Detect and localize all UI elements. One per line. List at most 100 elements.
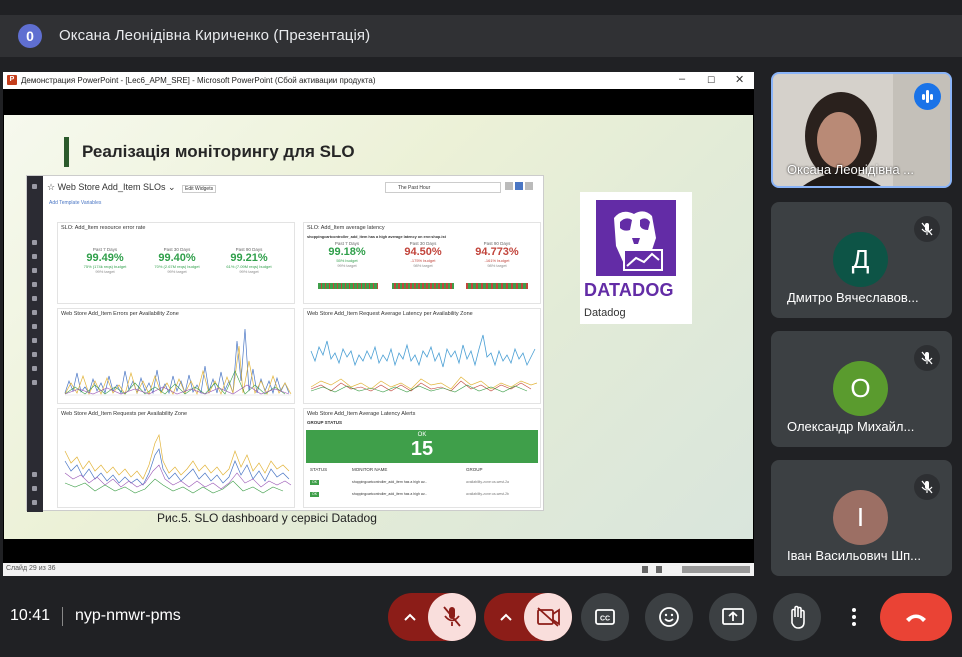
col-group: GROUP: [466, 467, 483, 472]
errors-bar-chart: [64, 328, 292, 396]
captions-button[interactable]: CC: [581, 593, 629, 641]
panel-title: Web Store Add_Item Average Latency Alert…: [307, 411, 416, 417]
video-options-button[interactable]: [484, 593, 528, 641]
meeting-time: 10:41: [10, 607, 51, 624]
panel-title: Web Store Add_Item Requests per Availabi…: [61, 411, 188, 417]
camera-off-icon: [537, 607, 560, 627]
ppt-window-title: Демонстрация PowerPoint - [Lec6_APM_SRE]…: [21, 76, 376, 85]
datadog-logo-box: DATADOG Datadog: [580, 192, 692, 324]
meet-window: 0 Оксана Леонідівна Кириченко (Презентац…: [0, 0, 962, 657]
uptime-bar: [318, 283, 378, 289]
avatar: І: [833, 490, 888, 545]
mic-off-icon: [914, 345, 940, 371]
raise-hand-button[interactable]: [773, 593, 821, 641]
time-range: The Past Hour: [385, 182, 501, 193]
uptime-bar: [466, 283, 528, 289]
chevron-up-icon: [404, 613, 416, 621]
alert-row: OK: [310, 480, 319, 485]
uptime-bar: [392, 283, 454, 289]
toolbar-icon: [515, 182, 523, 190]
close-icon[interactable]: ✕: [735, 73, 744, 86]
ppt-status-bar: Слайд 29 из 36: [3, 563, 754, 576]
latency-line-chart: [310, 334, 538, 393]
panel-title: Web Store Add_Item Errors per Availabili…: [61, 311, 179, 317]
alert-monitor: shoppingcartcontroller_add_item has a hi…: [352, 492, 428, 496]
slo-widget: Past 30 Days 94.50% -175% budget 98% target: [404, 241, 442, 268]
slide-counter: Слайд 29 из 36: [6, 565, 56, 572]
alert-group: availability-zone:us-west-2a: [466, 480, 509, 484]
participant-name: Олександр Михайл...: [787, 419, 915, 434]
avatar: О: [833, 361, 888, 416]
presentation-window: P Демонстрация PowerPoint - [Lec6_APM_SR…: [3, 72, 754, 576]
ok-status-block: OK 15: [306, 430, 538, 463]
datadog-wordmark: DATADOG: [584, 280, 674, 300]
datadog-dashboard-screenshot: ☆ Web Store Add_Item SLOs ⌄ Edit Widgets…: [26, 175, 544, 512]
monitor-subtitle: shoppingcartcontroller_add_item has a hi…: [307, 235, 446, 239]
participant-name: Оксана Леонідівна ...: [787, 162, 914, 177]
toolbar-icon: [525, 182, 533, 190]
panel-latency-alerts: Web Store Add_Item Average Latency Alert…: [303, 408, 541, 508]
mic-off-icon: [443, 606, 461, 627]
template-variables-link: Add Template Variables: [49, 200, 102, 206]
present-screen-icon: [722, 608, 744, 625]
dashboard-sidebar: [27, 176, 43, 512]
mic-toggle-button[interactable]: [428, 593, 476, 641]
slo-widget: Past 30 Days 99.40% 70% (2.67M reqs) budge…: [154, 247, 200, 274]
figure-caption: Рис.5. SLO dashboard у сервісі Datadog: [157, 511, 377, 525]
chevron-up-icon: [500, 613, 512, 621]
avatar: Д: [833, 232, 888, 287]
slide: Реалізація моніторингу для SLO ☆ Web Sto…: [4, 115, 753, 539]
panel-avg-latency: SLO: Add_Item average latency shoppingca…: [303, 222, 541, 304]
presenter-title: Оксана Леонідівна Кириченко (Презентація…: [59, 27, 371, 44]
audio-options-button[interactable]: [388, 593, 432, 641]
mic-off-icon: [914, 474, 940, 500]
panel-errors-per-zone: Web Store Add_Item Errors per Availabili…: [57, 308, 295, 404]
slo-widget: Past 7 Days 99.18% 55% budget 99% target: [328, 241, 366, 268]
participant-name: Іван Васильович Шп...: [787, 548, 921, 563]
toolbar-icon: [505, 182, 513, 190]
slo-widget: Past 90 Days 99.21% 61% (7.09M reqs) budge…: [226, 247, 272, 274]
slide-title: Реалізація моніторингу для SLO: [82, 142, 355, 161]
presenter-bar: 0 Оксана Леонідівна Кириченко (Презентац…: [0, 15, 962, 57]
powerpoint-icon: P: [7, 75, 17, 85]
panel-title: SLO: Add_Item average latency: [307, 225, 385, 231]
participant-tile-speaker[interactable]: Оксана Леонідівна ...: [771, 72, 952, 188]
title-accent-bar: [64, 137, 69, 167]
participant-tile[interactable]: І Іван Васильович Шп...: [771, 460, 952, 576]
datadog-logo-icon: [596, 200, 676, 276]
closed-captions-icon: CC: [595, 609, 615, 625]
emoji-icon: [659, 607, 679, 627]
meeting-code: nyp-nmwr-pms: [75, 607, 181, 624]
alert-monitor: shoppingcartcontroller_add_item has a hi…: [352, 480, 428, 484]
reactions-button[interactable]: [645, 593, 693, 641]
present-button[interactable]: [709, 593, 757, 641]
hang-up-icon: [906, 614, 926, 622]
panel-error-rate: SLO: Add_Item resource error rate Past 7…: [57, 222, 295, 304]
dashboard-title: ☆ Web Store Add_Item SLOs ⌄ Edit Widgets: [47, 182, 217, 193]
minimize-icon[interactable]: –: [679, 73, 685, 85]
divider: [62, 607, 63, 626]
more-options-button[interactable]: [838, 593, 870, 641]
col-monitor: MONITOR NAME: [352, 467, 388, 472]
group-status-label: GROUP STATUS: [307, 420, 343, 425]
maximize-icon[interactable]: ☐: [707, 75, 715, 86]
alert-row: OK: [310, 492, 319, 497]
svg-text:CC: CC: [600, 616, 610, 623]
datadog-caption: Datadog: [584, 307, 626, 319]
participant-tile[interactable]: Д Дмитро Вячеславов...: [771, 202, 952, 318]
speaking-indicator-icon: [914, 83, 941, 110]
participant-tile[interactable]: О Олександр Михайл...: [771, 331, 952, 447]
mic-off-icon: [914, 216, 940, 242]
panel-title: Web Store Add_Item Request Average Laten…: [307, 311, 473, 317]
audio-control-group: [388, 593, 476, 641]
ppt-title-bar: P Демонстрация PowerPoint - [Lec6_APM_SR…: [3, 72, 754, 89]
slo-widget: Past 90 Days 94.773% -161% budget 98% targe…: [475, 241, 519, 268]
panel-requests-per-zone: Web Store Add_Item Requests per Availabi…: [57, 408, 295, 508]
alert-group: availability-zone:us-west-2b: [466, 492, 509, 496]
camera-toggle-button[interactable]: [524, 593, 572, 641]
col-status: STATUS: [310, 467, 328, 472]
view-controls[interactable]: [642, 566, 750, 573]
panel-latency-per-zone: Web Store Add_Item Request Average Laten…: [303, 308, 541, 404]
video-control-group: [484, 593, 572, 641]
leave-call-button[interactable]: [880, 593, 952, 641]
